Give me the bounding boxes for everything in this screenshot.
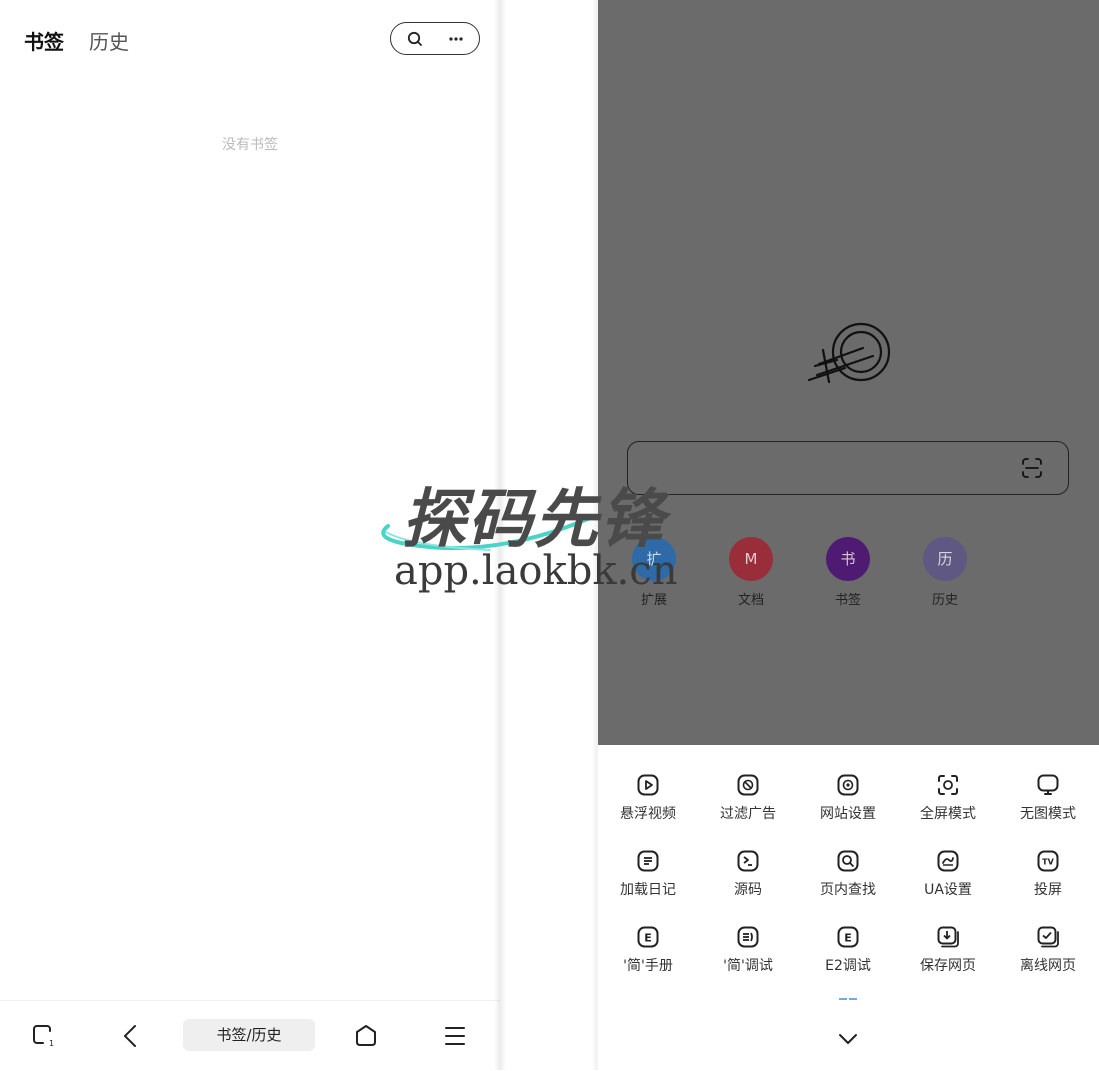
tools-menu-sheet: 悬浮视频 过滤广告 网站设置 全屏模式 无图模式 加载日记 源码 页内查找 UA…	[598, 745, 1099, 1070]
debug-icon	[737, 926, 759, 948]
quick-access-label: 扩展	[640, 593, 667, 608]
menu-item-manual[interactable]: E '简'手册	[598, 925, 698, 975]
e2-debug-icon: E	[837, 926, 859, 948]
svg-text:1: 1	[49, 1039, 54, 1048]
menu-item-load-log[interactable]: 加载日记	[598, 849, 698, 899]
back-icon[interactable]	[118, 1023, 144, 1049]
dimmed-overlay[interactable]: 扩 扩展 M 文档 书 书签 历 历史	[598, 0, 1099, 745]
save-page-icon	[937, 926, 959, 948]
manual-icon: E	[637, 926, 659, 948]
address-search-input[interactable]	[627, 441, 1069, 495]
quick-access-history[interactable]: 历 历史	[915, 537, 975, 608]
home-icon[interactable]	[353, 1023, 379, 1049]
tab-history[interactable]: 历史	[89, 26, 129, 55]
menu-item-source-code[interactable]: 源码	[698, 849, 798, 899]
svg-text:TV: TV	[1042, 858, 1054, 867]
empty-bookmarks-message: 没有书签	[222, 137, 278, 153]
panel-divider	[500, 0, 598, 1070]
svg-text:E: E	[644, 932, 652, 945]
menu-item-save-page[interactable]: 保存网页	[898, 925, 998, 975]
bookmarks-history-button[interactable]: 书签/历史	[183, 1019, 315, 1051]
quick-access-bookmarks[interactable]: 书 书签	[818, 537, 878, 608]
menu-item-float-video[interactable]: 悬浮视频	[598, 773, 698, 823]
menu-item-ua-settings[interactable]: UA设置	[898, 849, 998, 899]
quick-access-label: 历史	[931, 593, 958, 608]
quick-access-extensions[interactable]: 扩 扩展	[624, 537, 684, 608]
block-icon	[737, 774, 759, 796]
tv-cast-icon: TV	[1037, 850, 1059, 872]
no-image-icon	[1037, 774, 1059, 795]
search-icon[interactable]	[406, 30, 424, 48]
menu-item-site-settings[interactable]: 网站设置	[798, 773, 898, 823]
ua-icon	[937, 850, 959, 872]
tab-bookmarks[interactable]: 书签	[24, 26, 64, 55]
extensions-badge: 扩	[632, 537, 676, 581]
menu-item-debug[interactable]: '简'调试	[698, 925, 798, 975]
more-icon[interactable]	[447, 30, 465, 48]
log-icon	[637, 850, 659, 872]
menu-icon[interactable]	[442, 1023, 468, 1049]
bottom-toolbar: 1 书签/历史	[0, 1000, 500, 1071]
menu-item-no-image[interactable]: 无图模式	[998, 773, 1098, 823]
offline-page-icon	[1037, 926, 1059, 948]
bookmarks-history-panel: 书签 历史 没有书签 1 书签/历史	[0, 0, 500, 1071]
tabs-icon[interactable]: 1	[30, 1023, 56, 1049]
header-actions	[390, 22, 480, 55]
source-code-icon	[737, 850, 759, 872]
svg-text:E: E	[844, 932, 852, 945]
site-settings-icon	[837, 774, 859, 796]
menu-item-fullscreen[interactable]: 全屏模式	[898, 773, 998, 823]
quick-access-docs[interactable]: M 文档	[721, 537, 781, 608]
browser-home-panel: 扩 扩展 M 文档 书 书签 历 历史 悬浮视频 过滤广告 网站设置 全屏模式 …	[598, 0, 1099, 1070]
find-in-page-icon	[837, 850, 859, 872]
docs-badge: M	[729, 537, 773, 581]
menu-item-find-in-page[interactable]: 页内查找	[798, 849, 898, 899]
menu-item-e2-debug[interactable]: E E2调试	[798, 925, 898, 975]
play-icon	[637, 774, 659, 796]
menu-item-cast[interactable]: TV 投屏	[998, 849, 1098, 899]
quick-access-label: 书签	[834, 593, 861, 608]
page-indicator	[839, 998, 859, 1000]
menu-item-ad-filter[interactable]: 过滤广告	[698, 773, 798, 823]
history-badge: 历	[923, 537, 967, 581]
chevron-down-icon[interactable]	[836, 1031, 860, 1047]
browser-logo-icon	[807, 322, 891, 384]
fullscreen-icon	[938, 775, 958, 795]
quick-access-label: 文档	[737, 593, 764, 608]
scan-icon[interactable]	[1020, 456, 1044, 480]
bookmarks-badge: 书	[826, 537, 870, 581]
menu-item-offline-page[interactable]: 离线网页	[998, 925, 1098, 975]
divider-shadow-left	[494, 0, 506, 1070]
